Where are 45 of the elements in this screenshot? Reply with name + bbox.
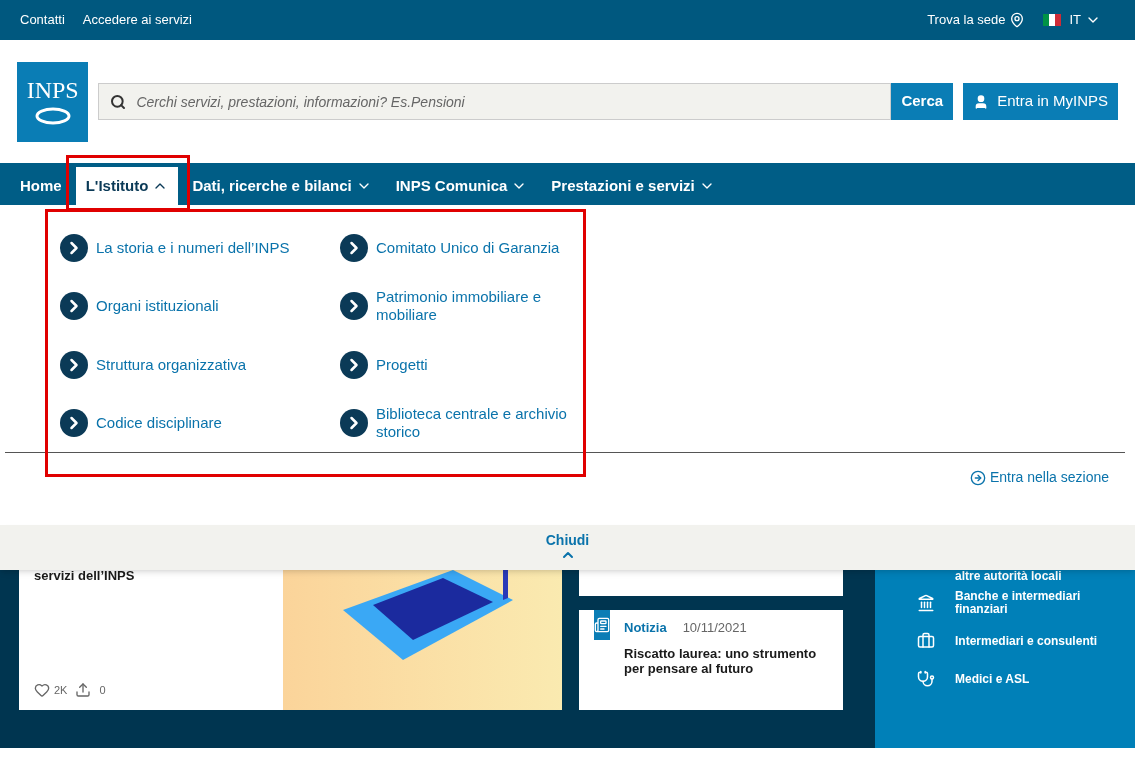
location-icon: [1009, 12, 1026, 28]
find-office-link[interactable]: Trova la sede: [927, 10, 1026, 30]
menu-link[interactable]: Codice disciplinare: [60, 393, 340, 452]
menu-link[interactable]: Struttura organizzativa: [60, 335, 340, 394]
share-count: 0: [99, 682, 106, 698]
share-icon[interactable]: [75, 681, 92, 698]
stethoscope-icon: [917, 670, 935, 688]
inps-logo[interactable]: INPS: [17, 61, 89, 142]
nav-tab[interactable]: Dati, ricerche e bilanci: [182, 167, 382, 205]
side-link[interactable]: Medici e ASL: [917, 660, 1127, 698]
bank-icon: [917, 594, 935, 612]
menu-link[interactable]: Comitato Unico di Garanzia: [340, 219, 620, 278]
login-button[interactable]: Entra in MyINPS: [963, 83, 1118, 120]
briefcase-icon: [917, 632, 935, 650]
search-icon: [110, 94, 127, 110]
news-date: 10/11/2021: [682, 619, 747, 637]
news-title: Riscatto laurea: uno strumento per pensare al futuro: [624, 645, 818, 676]
article-card[interactable]: servizi dell’INPS 2K 0: [19, 570, 283, 710]
news-type: Notizia: [624, 619, 667, 637]
italy-flag-icon: [1043, 14, 1062, 26]
nav-tab[interactable]: L'Istituto: [75, 167, 179, 205]
news-card[interactable]: Notizia 10/11/2021 Riscatto laurea: uno strumento per pensare al futuro: [579, 610, 843, 710]
nav-tab[interactable]: Prestazioni e servizi: [541, 167, 725, 205]
card-title: servizi dell’INPS: [34, 568, 136, 585]
menu-link[interactable]: Biblioteca centrale e archivio storico: [340, 393, 620, 452]
side-link[interactable]: Intermediari e consulenti: [917, 622, 1127, 660]
nav-tab[interactable]: INPS Comunica: [385, 167, 538, 205]
language-selector[interactable]: IT: [1043, 10, 1101, 30]
side-link[interactable]: altre autorità locali: [917, 568, 1127, 584]
menu-link[interactable]: Progetti: [340, 335, 620, 394]
top-link[interactable]: Accedere ai servizi: [82, 10, 192, 30]
search-button[interactable]: Cerca: [891, 83, 954, 120]
menu-link[interactable]: La storia e i numeri dell’INPS: [60, 219, 340, 278]
menu-link[interactable]: Organi istituzionali: [60, 277, 340, 336]
top-link[interactable]: Contatti: [20, 10, 65, 30]
arrow-circle-icon: [969, 469, 986, 486]
nav-tab[interactable]: Home: [10, 167, 72, 205]
search-field[interactable]: Cerchi servizi, prestazioni, informazioni? Es.Pensioni: [98, 83, 892, 120]
menu-link[interactable]: Patrimonio immobiliare e mobiliare: [340, 277, 620, 336]
close-menu-button[interactable]: Chiudi: [0, 525, 1135, 570]
heart-icon[interactable]: [34, 681, 50, 698]
like-count: 2K: [54, 682, 68, 698]
section-link[interactable]: Entra nella sezione: [969, 467, 1109, 488]
news-icon: [594, 610, 610, 640]
side-link[interactable]: Banche e intermediari finanziari: [917, 584, 1127, 622]
